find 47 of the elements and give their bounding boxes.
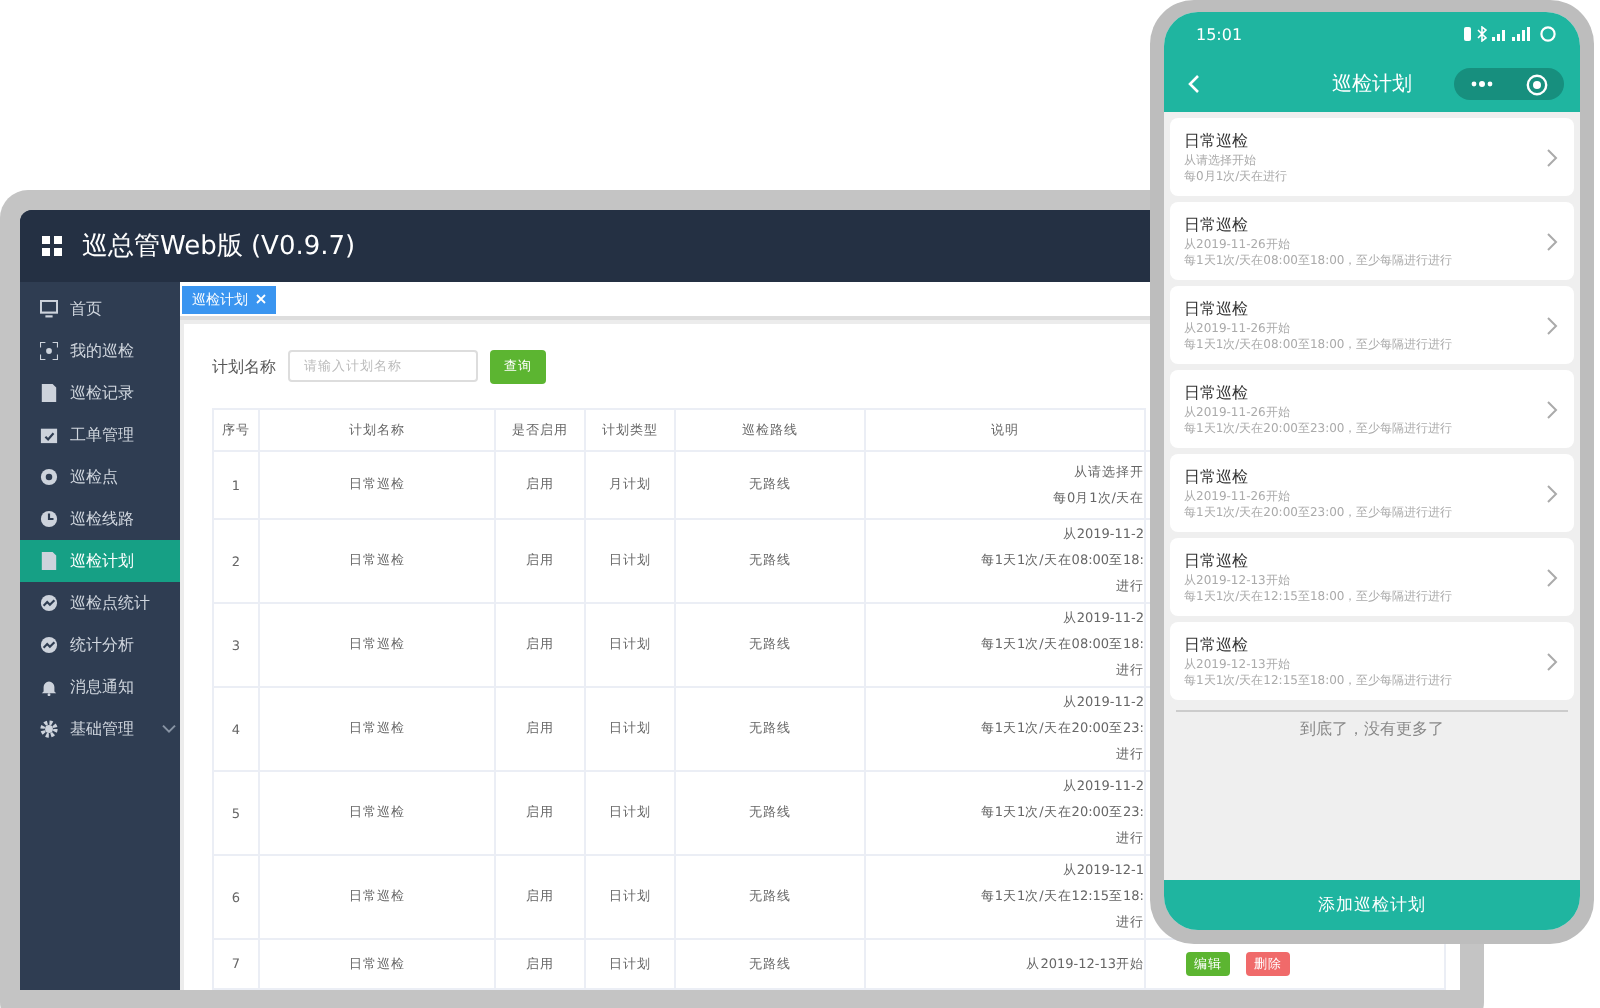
sidebar-item[interactable]: 消息通知: [20, 666, 180, 708]
sidebar-item[interactable]: 基础管理: [20, 708, 180, 750]
sidebar-item[interactable]: 我的巡检: [20, 330, 180, 372]
status-icons-drawing: [1464, 26, 1560, 42]
sidebar-item[interactable]: 巡检点: [20, 456, 180, 498]
end-of-list-text: 到底了，没有更多了: [1298, 718, 1446, 740]
chevron-right-icon: [1546, 315, 1558, 335]
monitor-icon: [40, 300, 58, 318]
status-time: 15:01: [1196, 25, 1243, 43]
plan-title: 日常巡检: [1184, 549, 1250, 573]
plan-title: 日常巡检: [1184, 213, 1250, 237]
sidebar-item[interactable]: 巡检点统计: [20, 582, 180, 624]
target-icon[interactable]: [1526, 73, 1548, 95]
document-icon: [40, 384, 58, 402]
chart-icon: [40, 636, 58, 654]
clock-icon: [40, 510, 58, 528]
field-label: 计划名称: [212, 355, 276, 377]
plan-title: 日常巡检: [1184, 129, 1250, 153]
sidebar-item[interactable]: 巡检线路: [20, 498, 180, 540]
sidebar-item[interactable]: 巡检记录: [20, 372, 180, 414]
chevron-right-icon: [1546, 399, 1558, 419]
plan-title: 日常巡检: [1184, 465, 1250, 489]
sidebar-item[interactable]: 统计分析: [20, 624, 180, 666]
grid-icon[interactable]: [42, 236, 62, 256]
app-title: 巡总管Web版 (V0.9.7): [82, 230, 356, 264]
gear-icon: [40, 720, 58, 738]
chevron-right-icon: [1546, 567, 1558, 587]
plan-title: 日常巡检: [1184, 297, 1250, 321]
chevron-right-icon: [1546, 231, 1558, 251]
plan-title: 日常巡检: [1184, 633, 1250, 657]
chart-icon: [40, 594, 58, 612]
more-icon[interactable]: [1470, 80, 1494, 88]
target-icon: [40, 468, 58, 486]
capsule-menu[interactable]: [1454, 68, 1564, 100]
chevron-right-icon: [1546, 147, 1558, 167]
document-icon: [40, 552, 58, 570]
back-icon[interactable]: [1188, 74, 1200, 94]
plan-title: 日常巡检: [1184, 381, 1250, 405]
page-title: 巡检计划: [1330, 71, 1414, 98]
chevron-right-icon: [1546, 483, 1558, 503]
scan-icon: [40, 342, 58, 360]
chevron-right-icon: [1546, 651, 1558, 671]
calendar-icon: [40, 426, 58, 444]
bell-icon: [40, 678, 58, 696]
sidebar-item[interactable]: 首页: [20, 288, 180, 330]
sidebar-item[interactable]: 工单管理: [20, 414, 180, 456]
close-icon[interactable]: [256, 294, 266, 304]
